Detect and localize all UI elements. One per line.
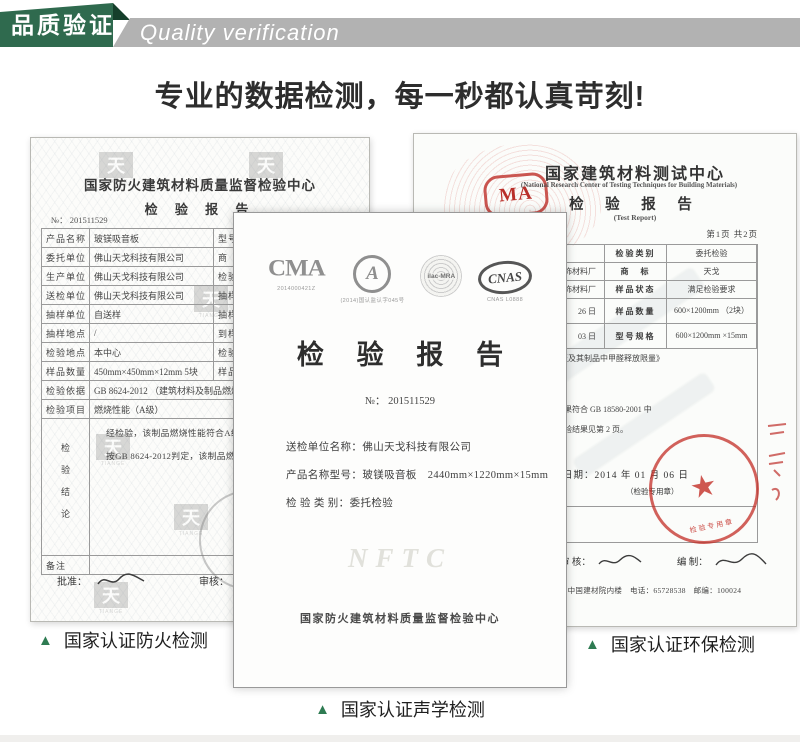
inspection-type-line: 检 验 类 别：委托检验 [286,495,393,510]
ribbon-fold-decoration [113,3,130,20]
env-signature-row: 审 核： 编 制： [560,552,768,570]
cal-logo: A (2014)国认监认字045号 [340,255,404,304]
env-footer-contact: 管庄中国建材院内楼 电话：65728538 邮编：100024 [552,585,741,596]
caption-env-certification: ▲ 国家认证环保检测 [585,631,755,657]
section-bottom-divider [0,735,800,742]
certificate-acoustic-report: CMA 2014000421Z A (2014)国认监认字045号 ilac-M… [233,212,567,688]
page-indicator: 第1页 共2页 [706,228,758,240]
fire-center-title: 国家防火建筑材料质量监督检验中心 [31,174,369,194]
fire-report-number: №： 201511529 [51,214,108,226]
review-label: 审核： [199,573,229,588]
cma-logo: CMA 2014000421Z [268,255,325,292]
page-title: 专业的数据检测，每一秒都认真苛刻! [0,73,800,115]
acoustic-center-name: 国家防火建筑材料质量监督检验中心 [234,610,566,626]
section-badge: 品质验证 [0,3,113,47]
section-subtitle-band: Quality verification [113,18,800,47]
section-badge-label: 品质验证 [0,6,115,47]
signature-squiggle [714,552,768,570]
approve-label: 批准： [57,573,87,588]
triangle-marker-icon: ▲ [585,637,600,652]
ilac-mra-logo: ilac-MRA [420,255,462,297]
env-report-title: 检 验 报 告 [494,193,776,214]
product-name-line: 产品名称型号：玻镁吸音板 2440mm×1220mm×15mm [286,467,548,482]
accreditation-logos: CMA 2014000421Z A (2014)国认监认字045号 ilac-M… [268,255,532,304]
caption-fire-certification: ▲ 国家认证防火检测 [38,627,208,653]
triangle-marker-icon: ▲ [315,702,330,717]
quality-verification-section: 品质验证 Quality verification 专业的数据检测，每一秒都认真… [0,0,800,742]
client-name-line: 送检单位名称：佛山天戈科技有限公司 [286,439,471,454]
signature-squiggle [95,571,147,589]
triangle-marker-icon: ▲ [38,633,53,648]
section-subtitle-label: Quality verification [113,20,340,46]
caption-acoustic-certification: ▲ 国家认证声学检测 [315,696,485,722]
signature-squiggle [597,553,643,569]
nftc-watermark: NFTC [234,543,566,574]
env-center-title-en: (National Research Center of Testing Tec… [470,181,788,189]
prepare-label: 编 制： [677,554,708,568]
red-handwriting-marks [764,420,790,506]
acoustic-report-number: №： 201511529 [234,393,566,408]
star-icon: ★ [687,467,721,507]
acoustic-report-title: 检 验 报 告 [234,333,566,372]
cnas-logo: CNAS CNAS L0888 [478,255,532,303]
